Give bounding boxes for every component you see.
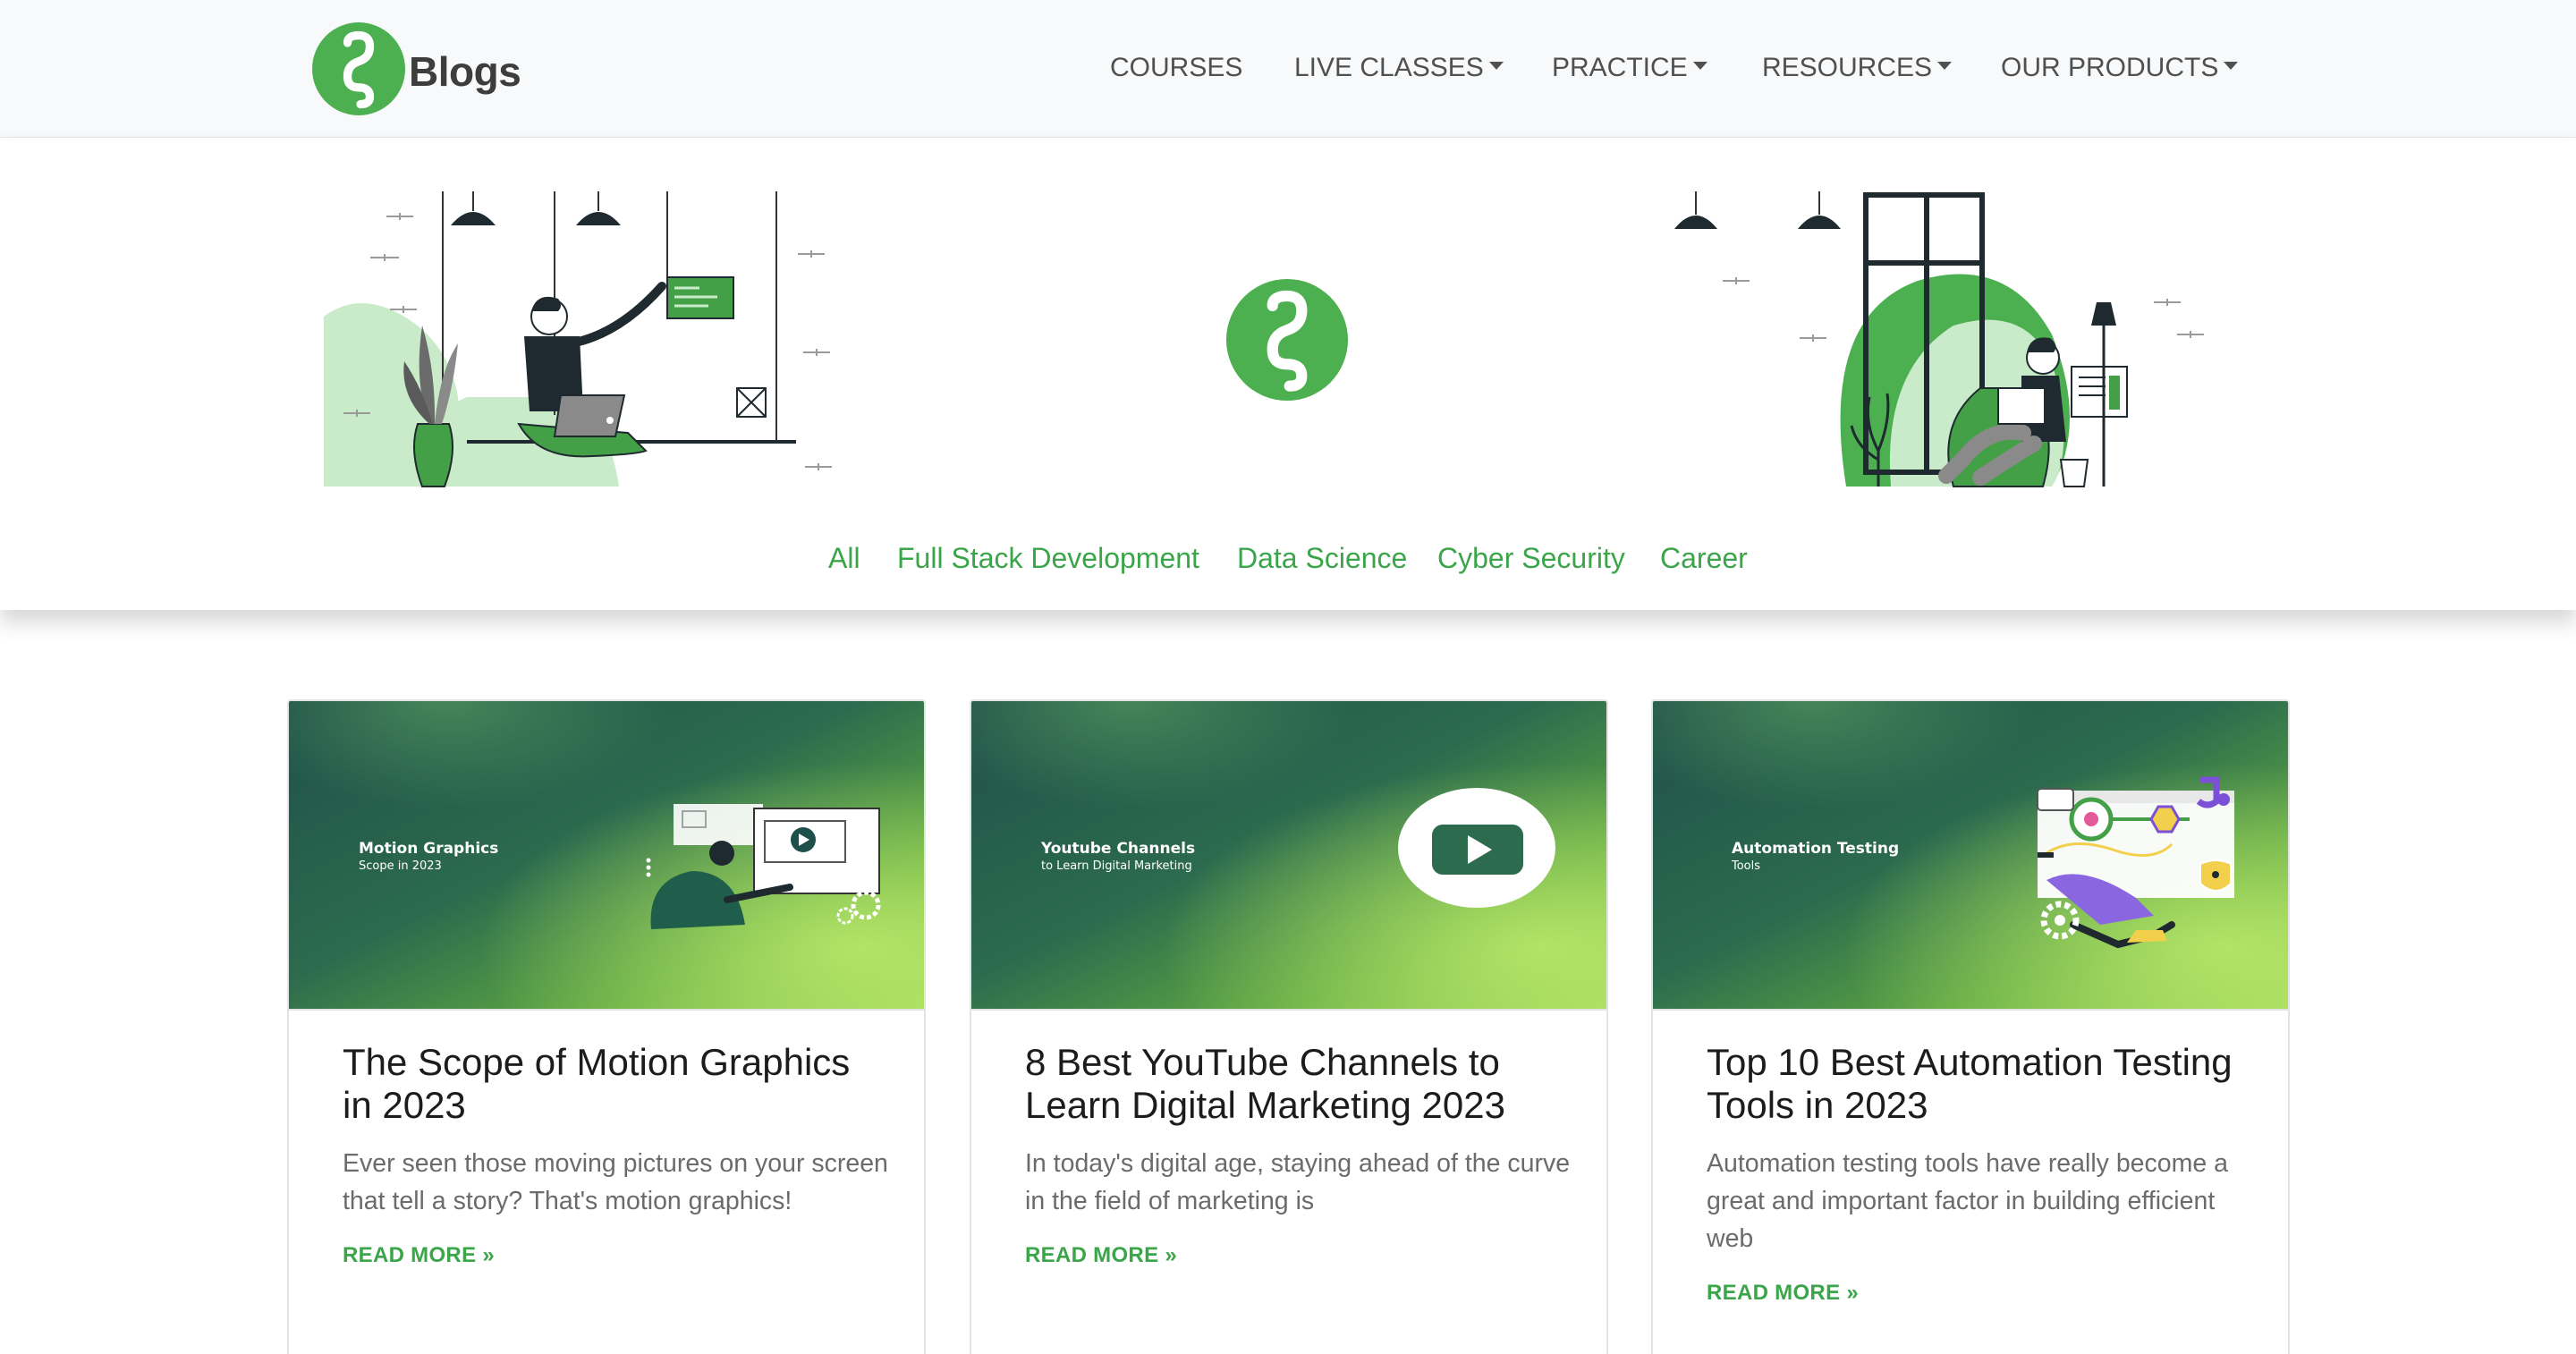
card-image-subtitle: Scope in 2023 [359,859,442,873]
card-image-title: Motion Graphics [359,840,498,858]
filter-full-stack-development[interactable]: Full Stack Development [897,538,1199,578]
caret-down-icon [2224,61,2239,70]
filter-cyber-security[interactable]: Cyber Security [1437,538,1625,578]
nav-item-label: OUR PRODUCTS [2001,53,2219,82]
main-nav: COURSES LIVE CLASSES PRACTICE RESOURCES … [0,47,2576,89]
person-reading-in-chair-illustration [1674,191,2204,487]
nav-item-label: RESOURCES [1762,53,1933,82]
caret-down-icon [1692,61,1707,70]
card-title[interactable]: 8 Best YouTube Channels to Learn Digital… [1025,1041,1571,1127]
nav-item-our-products[interactable]: OUR PRODUCTS [2001,47,2239,89]
nav-item-resources[interactable]: RESOURCES [1762,47,1953,89]
nav-item-practice[interactable]: PRACTICE [1552,47,1707,89]
caret-down-icon [1937,61,1953,70]
filter-all[interactable]: All [828,538,860,578]
card-thumbnail[interactable]: Automation Testing Tools [1653,701,2288,1011]
blog-card[interactable]: Motion Graphics Scope in 2023 The Scope … [287,699,926,1354]
nav-item-label: LIVE CLASSES [1294,53,1484,82]
card-image-subtitle: to Learn Digital Marketing [1041,859,1192,873]
card-title[interactable]: The Scope of Motion Graphics in 2023 [343,1041,888,1127]
read-more-link[interactable]: READ MORE » [1025,1243,1177,1268]
nav-item-courses[interactable]: COURSES [1110,47,1242,89]
blog-card[interactable]: Automation Testing Tools Top 10 Best Aut… [1651,699,2290,1354]
category-filter-bar: All Full Stack Development Data Science … [0,538,2576,578]
card-image-title: Automation Testing [1732,840,1899,858]
filter-career[interactable]: Career [1660,538,1748,578]
card-thumbnail[interactable]: Youtube Channels to Learn Digital Market… [971,701,1606,1011]
card-title[interactable]: Top 10 Best Automation Testing Tools in … [1707,1041,2252,1127]
caret-down-icon [1488,61,1504,70]
card-image-title: Youtube Channels [1040,840,1195,858]
read-more-link[interactable]: READ MORE » [343,1243,495,1268]
nav-item-live-classes[interactable]: LIVE CLASSES [1294,47,1504,89]
geekster-logo-icon [1226,279,1348,401]
card-thumbnail[interactable]: Motion Graphics Scope in 2023 [289,701,924,1011]
card-excerpt: Ever seen those moving pictures on your … [343,1149,888,1215]
youtube-play-icon [1398,788,1555,908]
hero-banner: All Full Stack Development Data Science … [0,138,2576,610]
nav-item-label: PRACTICE [1552,53,1688,82]
card-excerpt: In today's digital age, staying ahead of… [1025,1149,1571,1215]
card-body: The Scope of Motion Graphics in 2023 Eve… [343,1041,888,1268]
filter-data-science[interactable]: Data Science [1237,538,1407,578]
card-excerpt: Automation testing tools have really bec… [1707,1149,2228,1253]
card-body: Top 10 Best Automation Testing Tools in … [1707,1041,2252,1306]
nav-item-label: COURSES [1110,53,1243,82]
blog-card[interactable]: Youtube Channels to Learn Digital Market… [970,699,1608,1354]
top-navbar: Blogs COURSES LIVE CLASSES PRACTICE RESO… [0,0,2576,138]
read-more-link[interactable]: READ MORE » [1707,1281,1859,1306]
card-image-subtitle: Tools [1731,859,1760,873]
person-working-on-laptop-illustration [324,191,832,487]
card-body: 8 Best YouTube Channels to Learn Digital… [1025,1041,1571,1268]
